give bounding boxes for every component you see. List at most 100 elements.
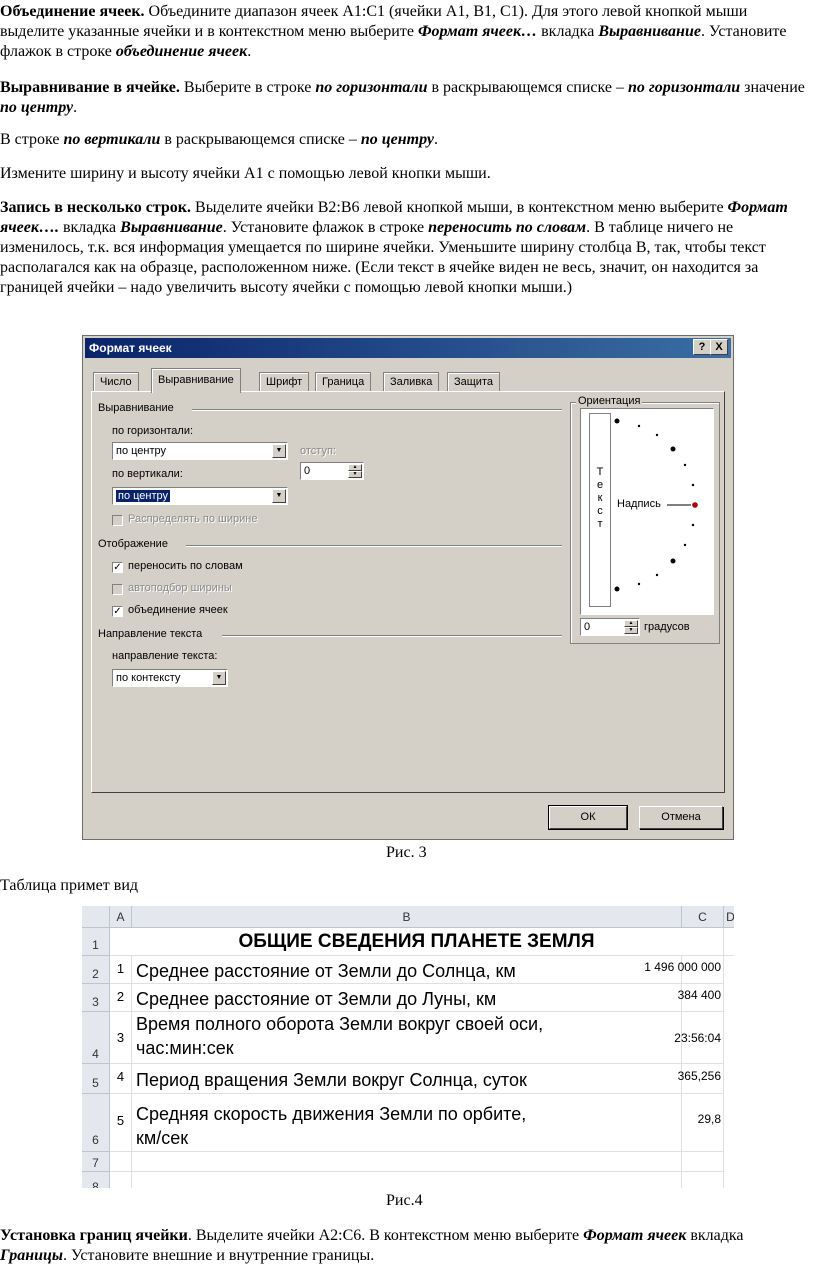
row-header-7[interactable]: 7 — [82, 1152, 110, 1172]
record-num-cell[interactable]: 1 — [110, 956, 132, 984]
dial-point — [683, 463, 687, 467]
col-header-d[interactable]: D — [724, 906, 734, 928]
alignment-panel: Выравнивание по горизонтали: по центру ▼… — [91, 391, 725, 793]
record-value: 384 400 — [677, 988, 721, 1002]
record-num-cell[interactable]: 5 — [110, 1094, 132, 1152]
paragraph-multiline: Запись в несколько строк. Выделите ячейк… — [0, 198, 812, 298]
record-value: 1 496 000 000 — [644, 960, 721, 974]
cell[interactable] — [132, 1172, 682, 1188]
cell[interactable] — [724, 928, 734, 956]
distribute-checkbox[interactable] — [112, 515, 123, 526]
ok-button[interactable]: ОК — [548, 805, 628, 830]
record-value: 29,8 — [697, 1112, 721, 1126]
record-value-cell[interactable]: 23:56:04 — [674, 1012, 724, 1064]
text: Выберите в строке — [179, 79, 316, 96]
record-num-cell[interactable]: 3 — [110, 1012, 132, 1064]
tab-alignment[interactable]: Выравнивание — [151, 368, 241, 393]
record-name-line: Время полного оборота Земли вокруг своей… — [136, 1014, 544, 1034]
group-orientation-label: Ориентация — [576, 395, 643, 407]
row-header-4[interactable]: 4 — [82, 1012, 110, 1064]
record-value-cell[interactable]: 384 400 — [678, 984, 724, 1012]
cell[interactable] — [682, 1172, 724, 1188]
spin-down-icon[interactable]: ▼ — [624, 627, 638, 634]
chevron-down-icon[interactable]: ▼ — [272, 489, 286, 503]
text: Таблица примет вид — [0, 877, 139, 894]
record-value-cell[interactable]: 365,256 — [678, 1064, 724, 1094]
record-name-cell[interactable]: Средняя скорость движения Земли по орбит… — [132, 1094, 682, 1152]
horizontal-select[interactable]: по центру ▼ — [112, 442, 288, 460]
record-value-cell[interactable]: 1 496 000 000 — [644, 956, 724, 984]
cell[interactable] — [132, 1152, 682, 1172]
vtext-char: к — [597, 492, 603, 504]
spin-up-icon[interactable]: ▲ — [624, 620, 638, 627]
cell[interactable] — [682, 1152, 724, 1172]
record-num-cell[interactable]: 2 — [110, 984, 132, 1012]
orientation-dial[interactable] — [611, 409, 711, 614]
indent-label: отступ: — [300, 445, 336, 457]
cancel-button[interactable]: Отмена — [639, 806, 723, 829]
row-header-2[interactable]: 2 — [82, 956, 110, 984]
record-num-cell[interactable]: 4 — [110, 1064, 132, 1094]
row-header-3[interactable]: 3 — [82, 984, 110, 1012]
degrees-spinner[interactable]: 0 ▲ ▼ — [580, 618, 640, 636]
vertical-value: по центру — [116, 490, 171, 502]
dial-current-point[interactable] — [692, 502, 698, 508]
text: Выделите ячейки В2:В6 левой кнопкой мыши… — [191, 199, 728, 216]
paragraph-merge-cells: Объединение ячеек. Объедините диапазон я… — [0, 2, 812, 62]
col-header-b[interactable]: B — [132, 906, 682, 928]
vertical-text-box[interactable]: Т е к с т — [589, 413, 611, 607]
tab-number[interactable]: Число — [93, 372, 139, 392]
record-name-cell[interactable]: Среднее расстояние от Земли до Солнца, к… — [132, 956, 682, 984]
orientation-box[interactable]: Т е к с т Надпись — [580, 408, 714, 615]
vertical-select[interactable]: по центру ▼ — [112, 487, 288, 505]
group-display-label: Отображение — [98, 538, 168, 550]
emphasis: по горизонтали — [315, 79, 428, 96]
emphasis: Формат ячеек… — [417, 23, 538, 40]
record-name-cell[interactable]: Среднее расстояние от Земли до Луны, км — [132, 984, 682, 1012]
col-header-a[interactable]: A — [110, 906, 132, 928]
shrink-checkbox[interactable] — [112, 584, 123, 595]
dial-point — [691, 523, 695, 527]
tab-protection[interactable]: Защита — [447, 372, 500, 392]
record-name-cell[interactable]: Время полного оборота Земли вокруг своей… — [132, 1012, 682, 1064]
cell[interactable] — [110, 1152, 132, 1172]
title-cell[interactable]: ОБЩИЕ СВЕДЕНИЯ ПЛАНЕТЕ ЗЕМЛЯ — [110, 928, 724, 956]
text: . — [247, 43, 252, 60]
record-value-cell[interactable]: 29,8 — [682, 1094, 724, 1152]
row-header-5[interactable]: 5 — [82, 1064, 110, 1094]
help-button[interactable]: ? — [693, 339, 711, 355]
row-header-1[interactable]: 1 — [82, 928, 110, 956]
emphasis: Выравнивание — [120, 219, 223, 236]
spin-down-icon[interactable]: ▼ — [348, 471, 362, 478]
close-button[interactable]: X — [710, 339, 728, 355]
direction-select[interactable]: по контексту ▼ — [112, 669, 228, 687]
text: вкладка — [58, 219, 121, 236]
tab-border[interactable]: Граница — [315, 372, 372, 392]
cell[interactable] — [724, 956, 734, 1188]
record-name-cell[interactable]: Период вращения Земли вокруг Солнца, сут… — [132, 1064, 682, 1094]
record-name-line: км/сек — [136, 1128, 189, 1148]
figure-4-caption: Рис.4 — [386, 1192, 423, 1209]
wrap-checkbox[interactable]: ✓ — [112, 562, 123, 573]
separator — [222, 635, 562, 637]
chevron-down-icon[interactable]: ▼ — [212, 671, 226, 685]
chevron-down-icon[interactable]: ▼ — [272, 444, 286, 458]
spin-up-icon[interactable]: ▲ — [348, 464, 362, 471]
dial-point — [655, 433, 659, 437]
tab-font[interactable]: Шрифт — [259, 372, 310, 392]
inscription-label: Надпись — [617, 498, 661, 510]
row-header-8[interactable]: 8 — [82, 1172, 110, 1188]
col-header-c[interactable]: C — [682, 906, 724, 928]
dialog-title: Формат ячеек — [85, 338, 731, 358]
merge-checkbox[interactable]: ✓ — [112, 606, 123, 617]
row-header-6[interactable]: 6 — [82, 1094, 110, 1152]
select-all-corner[interactable] — [82, 906, 110, 928]
indent-spinner[interactable]: 0 ▲ ▼ — [300, 462, 364, 480]
group-direction-label: Направление текста — [98, 628, 203, 640]
text: . — [433, 131, 438, 148]
degrees-label: градусов — [644, 621, 690, 633]
tab-fill[interactable]: Заливка — [383, 372, 440, 392]
vtext-char: с — [597, 505, 603, 517]
cell[interactable] — [110, 1172, 132, 1188]
dial-point — [614, 586, 620, 592]
